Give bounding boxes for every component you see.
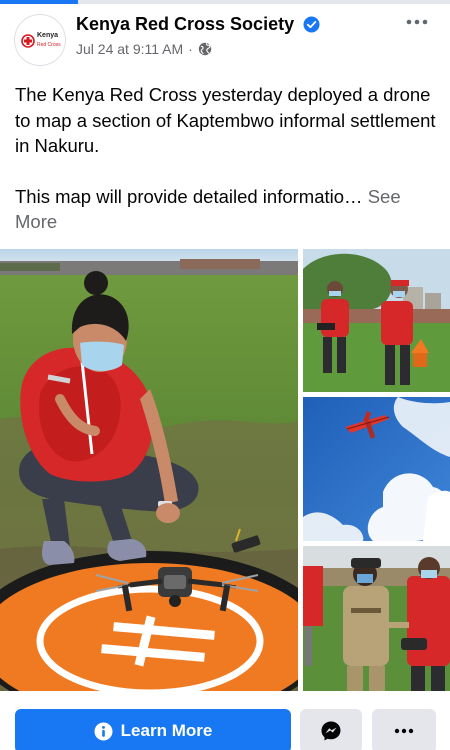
drone-flying-in-sky-photo[interactable] xyxy=(303,397,450,541)
page-name-link[interactable]: Kenya Red Cross Society xyxy=(76,14,294,35)
learn-more-button[interactable]: Learn More xyxy=(15,709,291,750)
post-meta: Jul 24 at 9:11 AM · xyxy=(76,41,212,57)
ellipsis-icon xyxy=(394,728,414,734)
page-avatar[interactable]: Kenya Red Cross xyxy=(14,14,66,66)
photo-grid xyxy=(0,249,450,691)
meta-separator: · xyxy=(188,41,193,57)
officials-watching-drone-demo-photo[interactable] xyxy=(303,546,450,691)
messenger-button[interactable] xyxy=(300,709,362,750)
messenger-icon xyxy=(321,721,341,741)
post-paragraph-2: This map will provide detailed informati… xyxy=(15,184,439,235)
info-icon xyxy=(94,722,113,740)
post-actions-bar: Learn More xyxy=(0,700,450,750)
globe-icon xyxy=(198,42,212,56)
learn-more-label: Learn More xyxy=(120,721,213,740)
verified-badge-icon xyxy=(303,16,320,33)
post-timestamp[interactable]: Jul 24 at 9:11 AM xyxy=(76,41,183,57)
volunteers-with-drone-controller-photo[interactable] xyxy=(303,249,450,392)
more-options-icon[interactable] xyxy=(402,12,432,32)
avatar-text-kenya: Kenya xyxy=(37,32,59,39)
post-options-button[interactable] xyxy=(372,709,436,750)
avatar-text-redcross: Red Cross xyxy=(37,42,61,48)
volunteer-launching-drone-photo[interactable] xyxy=(0,249,298,691)
post-paragraph-1: The Kenya Red Cross yesterday deployed a… xyxy=(15,84,436,156)
post-paragraph-2-text: This map will provide detailed informati… xyxy=(15,185,363,207)
post-body-text: The Kenya Red Cross yesterday deployed a… xyxy=(15,82,439,235)
post-header: Kenya Red Cross Kenya Red Cross Society … xyxy=(0,4,450,70)
